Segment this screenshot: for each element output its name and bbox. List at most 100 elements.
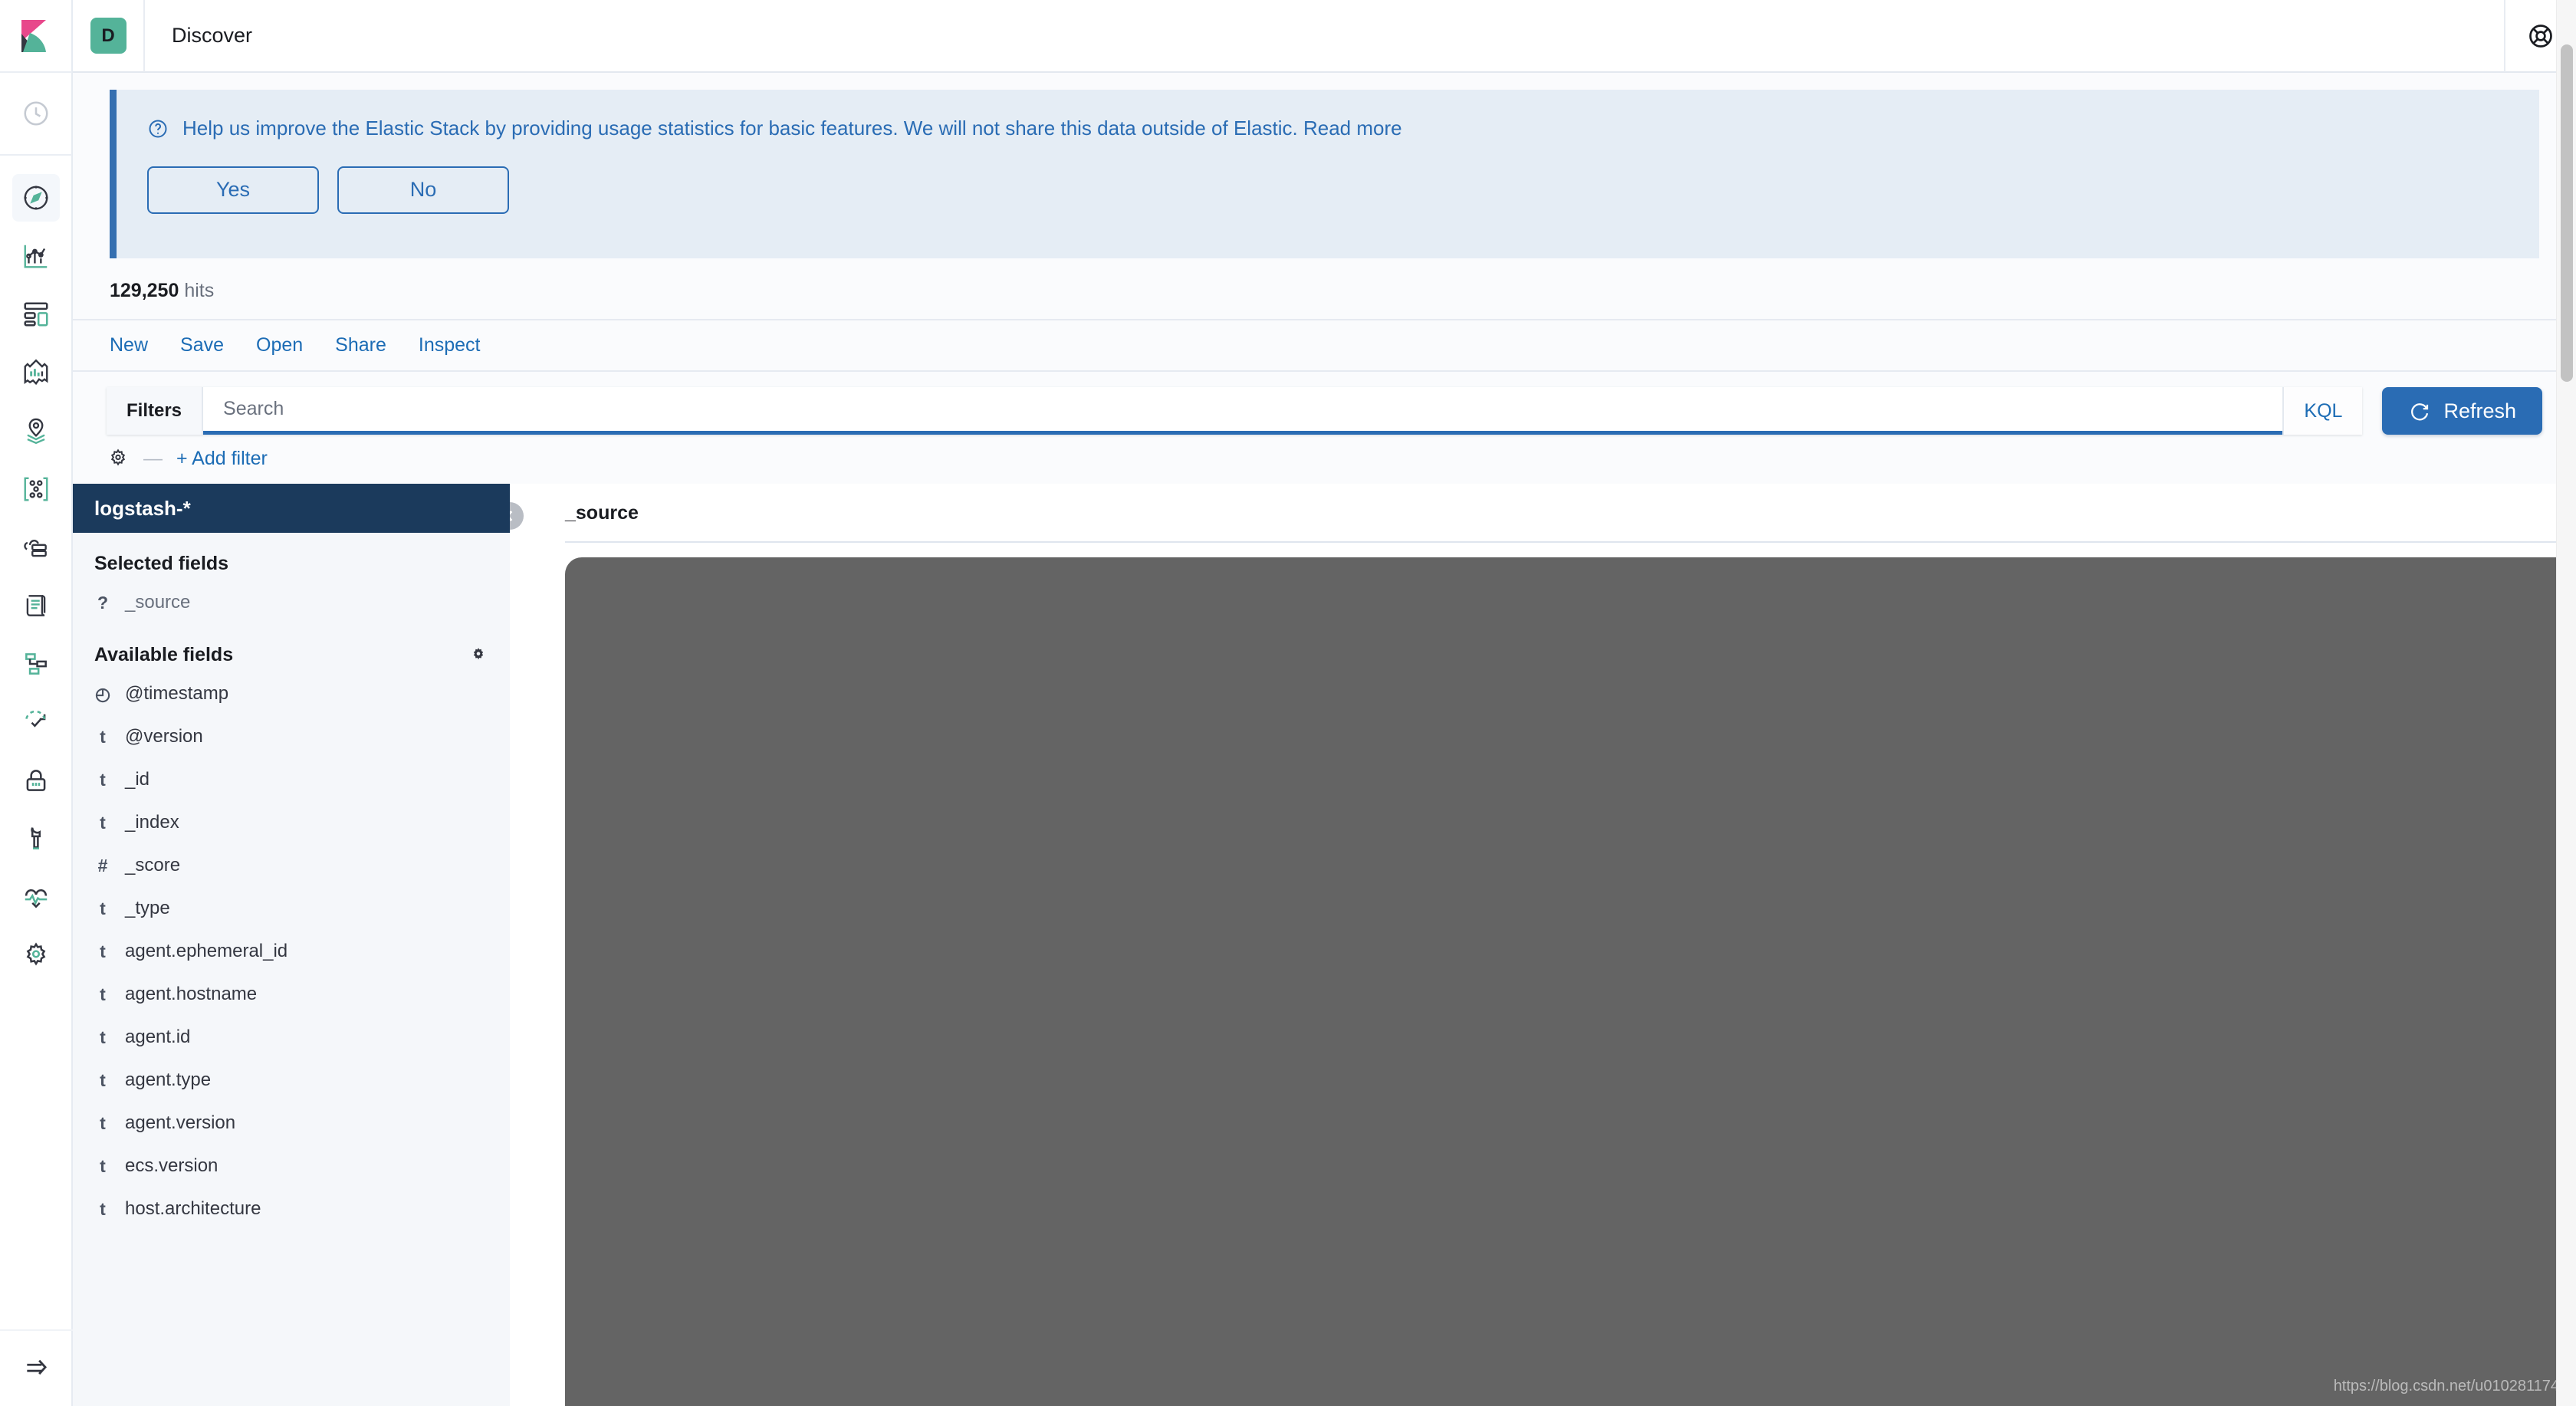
- sidebar-item-infrastructure[interactable]: [12, 524, 60, 571]
- gear-icon: [110, 448, 126, 466]
- hits-label: hits: [184, 280, 215, 301]
- refresh-label: Refresh: [2443, 399, 2516, 422]
- page-scrollbar-thumb[interactable]: [2561, 44, 2573, 382]
- field-item[interactable]: ? _source: [73, 581, 510, 624]
- sidebar-item-visualize[interactable]: [12, 232, 60, 280]
- canvas-presentation-icon: [24, 359, 48, 386]
- field-name: agent.version: [125, 1112, 236, 1133]
- field-item[interactable]: t _index: [73, 801, 510, 844]
- filter-bar: — + Add filter: [73, 435, 2576, 484]
- field-name: host.architecture: [125, 1198, 261, 1219]
- query-input-group: Filters KQL: [107, 387, 2363, 435]
- field-item[interactable]: t ecs.version: [73, 1145, 510, 1188]
- lock-icon: [26, 770, 45, 791]
- index-pattern-selector[interactable]: logstash-*: [73, 484, 510, 533]
- field-name: _type: [125, 898, 170, 918]
- field-item[interactable]: # _score: [73, 844, 510, 887]
- field-name: agent.hostname: [125, 984, 258, 1004]
- document-scroll-icon: [26, 595, 45, 616]
- sidebar-item-uptime[interactable]: [12, 698, 60, 746]
- field-item[interactable]: t agent.id: [73, 1016, 510, 1059]
- field-name: agent.id: [125, 1027, 191, 1047]
- uptime-check-icon: [25, 710, 45, 728]
- field-item[interactable]: ◴ @timestamp: [73, 672, 510, 715]
- query-language-button[interactable]: KQL: [2282, 387, 2363, 435]
- refresh-button[interactable]: Refresh: [2382, 387, 2542, 435]
- field-name: _id: [125, 769, 150, 790]
- toolbar-inspect-link[interactable]: Inspect: [419, 334, 481, 356]
- toolbar-save-link[interactable]: Save: [180, 334, 224, 356]
- field-name: @version: [125, 726, 203, 747]
- add-filter-button[interactable]: + Add filter: [176, 448, 268, 470]
- wrench-icon: [30, 827, 41, 849]
- selected-fields-label: Selected fields: [94, 553, 229, 574]
- nav-item-recently-viewed[interactable]: [0, 73, 72, 156]
- telemetry-banner-wrap: Help us improve the Elastic Stack by pro…: [73, 73, 2576, 258]
- left-navigation: [0, 0, 73, 1406]
- field-type-icon: ◴: [94, 683, 111, 704]
- sidebar-item-apm[interactable]: [12, 640, 60, 688]
- recently-viewed-clock-icon: [23, 101, 48, 126]
- field-type-icon: t: [100, 941, 106, 961]
- map-pin-layers-icon: [26, 418, 45, 445]
- telemetry-banner: Help us improve the Elastic Stack by pro…: [110, 90, 2539, 258]
- collapse-nav-arrow-icon: [26, 1359, 47, 1375]
- sidebar-item-maps[interactable]: [12, 407, 60, 455]
- sidebar-item-monitoring[interactable]: [12, 873, 60, 921]
- search-input[interactable]: [203, 387, 2283, 435]
- gear-icon[interactable]: [468, 646, 488, 665]
- sidebar-item-logs[interactable]: [12, 582, 60, 629]
- field-item[interactable]: t agent.version: [73, 1102, 510, 1145]
- field-item[interactable]: t _id: [73, 758, 510, 801]
- sidebar-item-dashboard[interactable]: [12, 291, 60, 338]
- heartbeat-icon: [25, 889, 47, 908]
- documents-loading-overlay: https://blog.csdn.net/u010281174: [565, 557, 2576, 1406]
- app-badge-container: D: [73, 0, 145, 72]
- field-type-icon: t: [100, 898, 106, 918]
- app-badge: D: [90, 18, 127, 54]
- telemetry-yes-button[interactable]: Yes: [147, 166, 319, 214]
- available-fields-label: Available fields: [94, 644, 234, 665]
- field-item[interactable]: t agent.hostname: [73, 973, 510, 1016]
- main-region: D Discover Help us improve the Elastic S…: [73, 0, 2576, 1406]
- page-title: Discover: [172, 24, 253, 47]
- field-item[interactable]: t agent.ephemeral_id: [73, 930, 510, 973]
- watermark: https://blog.csdn.net/u010281174: [2333, 1378, 2559, 1395]
- collapse-nav-button[interactable]: [0, 1329, 73, 1406]
- sidebar-item-canvas[interactable]: [12, 349, 60, 396]
- field-item[interactable]: t agent.type: [73, 1059, 510, 1102]
- field-type-icon: t: [100, 726, 106, 747]
- toolbar-share-link[interactable]: Share: [335, 334, 386, 356]
- available-fields-list: ◴ @timestamp t @version t _id t _index # _score t _…: [73, 672, 510, 1230]
- field-item[interactable]: t _type: [73, 887, 510, 930]
- page-scrollbar[interactable]: [2556, 0, 2576, 1406]
- field-type-icon: t: [100, 1155, 106, 1176]
- sidebar-item-dev-tools[interactable]: [12, 815, 60, 862]
- column-header-source[interactable]: _source: [510, 484, 2576, 541]
- question-circle-icon: [149, 120, 167, 138]
- filters-button[interactable]: Filters: [107, 387, 204, 435]
- filter-separator: —: [143, 447, 163, 469]
- lifebuoy-icon: [2529, 24, 2552, 48]
- kibana-logo-icon: [21, 19, 46, 52]
- line-chart-icon: [24, 245, 47, 268]
- sidebar-item-siem[interactable]: [12, 757, 60, 804]
- telemetry-no-button[interactable]: No: [337, 166, 509, 214]
- field-type-icon: #: [97, 855, 108, 875]
- sidebar-item-machine-learning[interactable]: [12, 465, 60, 513]
- banner-actions: Yes No: [147, 166, 2509, 214]
- sidebar-item-management[interactable]: [12, 931, 60, 979]
- nav-item-list: [12, 156, 60, 990]
- sidebar-item-discover[interactable]: [12, 174, 60, 222]
- field-type-icon: ?: [97, 592, 109, 613]
- toolbar-new-link[interactable]: New: [110, 334, 148, 356]
- field-item[interactable]: t host.architecture: [73, 1188, 510, 1230]
- cloud-server-icon: [23, 540, 47, 557]
- kibana-logo[interactable]: [0, 0, 72, 73]
- selected-fields-heading: Selected fields: [73, 533, 510, 581]
- toolbar-open-link[interactable]: Open: [256, 334, 303, 356]
- ml-nodes-icon: [24, 477, 48, 501]
- kibana-discover-app: D Discover Help us improve the Elastic S…: [0, 0, 2576, 1406]
- discover-toolbar: New Save Open Share Inspect: [73, 319, 2576, 372]
- field-item[interactable]: t @version: [73, 715, 510, 758]
